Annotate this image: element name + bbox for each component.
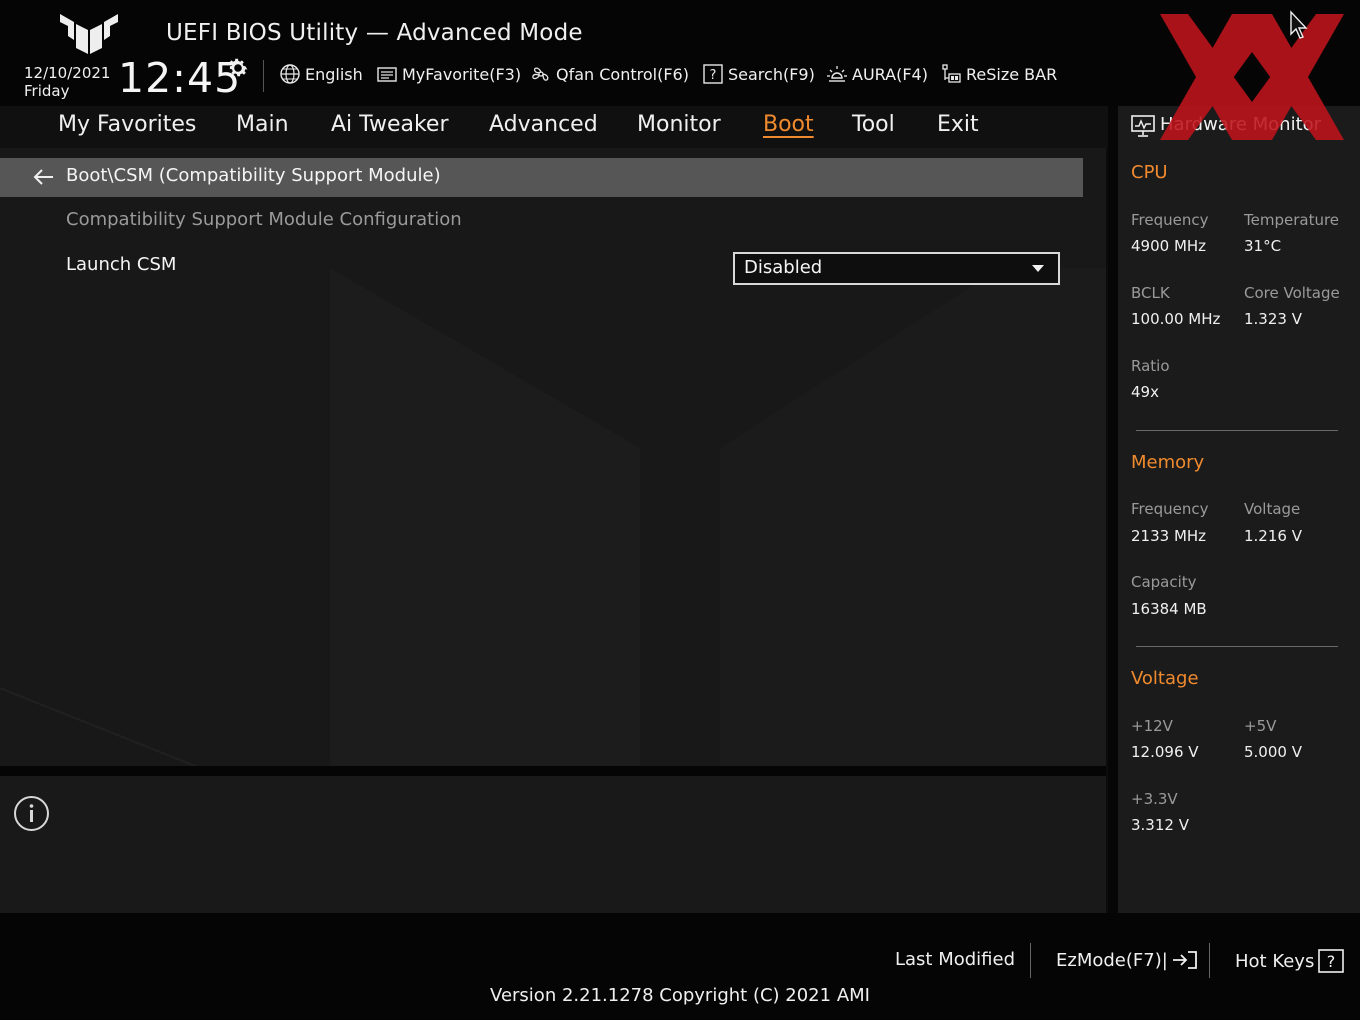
memory-frequency-value: 2133 MHz <box>1131 527 1207 545</box>
tab-advanced[interactable]: Advanced <box>489 112 598 137</box>
ratio-value: 49x <box>1131 383 1159 401</box>
date-display: 12/10/2021 <box>24 64 111 82</box>
svg-text:?: ? <box>710 68 717 83</box>
help-search-icon: ? <box>703 64 723 84</box>
last-modified-button[interactable]: Last Modified <box>895 949 1015 970</box>
language-button[interactable]: English <box>279 62 363 86</box>
qfan-control-button[interactable]: Qfan Control(F6) <box>530 62 689 86</box>
gear-icon[interactable] <box>226 56 250 80</box>
monitor-icon <box>1131 115 1155 137</box>
back-arrow-icon[interactable] <box>31 167 55 187</box>
language-label: English <box>305 64 363 84</box>
hw-section-voltage: Voltage <box>1131 668 1199 689</box>
launch-csm-label: Launch CSM <box>66 254 177 275</box>
core-voltage-value: 1.323 V <box>1244 310 1302 328</box>
settings-panel: Boot\CSM (Compatibility Support Module) … <box>0 148 1106 766</box>
v12-value: 12.096 V <box>1131 743 1199 761</box>
myfavorite-button[interactable]: MyFavorite(F3) <box>376 62 521 86</box>
bclk-label: BCLK <box>1131 284 1170 302</box>
cpu-frequency-label: Frequency <box>1131 211 1209 229</box>
tab-main[interactable]: Main <box>236 112 289 137</box>
hw-section-memory: Memory <box>1131 452 1205 473</box>
myfavorite-label: MyFavorite(F3) <box>402 64 522 84</box>
background-decoration <box>0 268 1106 766</box>
breadcrumb: Boot\CSM (Compatibility Support Module) <box>0 158 1083 197</box>
question-mark-icon: ? <box>1318 949 1345 973</box>
hardware-monitor-panel: Hardware Monitor CPU Frequency Temperatu… <box>1118 106 1360 913</box>
hw-divider <box>1136 646 1338 647</box>
footer-separator <box>1030 943 1031 978</box>
cpu-temperature-label: Temperature <box>1244 211 1340 229</box>
tab-boot[interactable]: Boot <box>763 112 814 137</box>
launch-csm-dropdown[interactable]: Disabled <box>733 252 1060 285</box>
breadcrumb-path: Boot\CSM (Compatibility Support Module) <box>66 165 441 186</box>
aura-light-icon <box>827 66 847 82</box>
info-icon <box>14 796 49 831</box>
footer-separator <box>1209 943 1210 978</box>
last-modified-label: Last Modified <box>895 949 1016 970</box>
qfan-label: Qfan Control(F6) <box>556 64 689 84</box>
search-label: Search(F9) <box>728 64 815 84</box>
tab-exit[interactable]: Exit <box>937 112 979 137</box>
favorite-list-icon <box>377 67 397 82</box>
mouse-cursor-icon <box>1290 10 1308 39</box>
help-info-panel <box>0 776 1106 913</box>
capacity-value: 16384 MB <box>1131 600 1207 618</box>
v5-label: +5V <box>1244 717 1277 735</box>
cpu-temperature-value: 31°C <box>1244 237 1282 255</box>
bclk-value: 100.00 MHz <box>1131 310 1221 328</box>
cpu-frequency-value: 4900 MHz <box>1131 237 1207 255</box>
v5-value: 5.000 V <box>1244 743 1302 761</box>
version-copyright: Version 2.21.1278 Copyright (C) 2021 AMI <box>490 985 870 1006</box>
tab-ai-tweaker[interactable]: Ai Tweaker <box>331 112 449 137</box>
v33-value: 3.312 V <box>1131 816 1189 834</box>
exit-to-ezmode-icon <box>1172 951 1197 969</box>
ezmode-label: EzMode(F7)| <box>1056 949 1168 971</box>
ratio-label: Ratio <box>1131 357 1170 375</box>
footer-bar: Last Modified EzMode(F7)| Hot Keys ? Ver… <box>0 913 1360 1020</box>
clock-display: 12:45 <box>118 54 242 102</box>
hot-keys-button[interactable]: Hot Keys ? <box>1235 949 1345 973</box>
tab-monitor[interactable]: Monitor <box>637 112 721 137</box>
watermark-logo <box>1160 14 1344 140</box>
memory-frequency-label: Frequency <box>1131 500 1209 518</box>
memory-voltage-label: Voltage <box>1244 500 1301 518</box>
search-button[interactable]: ? Search(F9) <box>702 62 815 86</box>
hot-keys-label: Hot Keys <box>1235 950 1315 972</box>
ezmode-button[interactable]: EzMode(F7)| <box>1056 949 1200 971</box>
v33-label: +3.3V <box>1131 790 1178 808</box>
capacity-label: Capacity <box>1131 573 1197 591</box>
section-title: Compatibility Support Module Configurati… <box>66 209 462 230</box>
globe-icon <box>280 64 300 84</box>
aura-label: AURA(F4) <box>852 64 928 84</box>
resize-bar-label: ReSize BAR <box>966 64 1058 84</box>
main-menu-bar: My Favorites Main Ai Tweaker Advanced Mo… <box>0 106 1108 148</box>
memory-voltage-value: 1.216 V <box>1244 527 1302 545</box>
hw-monitor-gap <box>1108 106 1118 913</box>
v12-label: +12V <box>1131 717 1173 735</box>
day-display: Friday <box>24 82 70 100</box>
svg-text:?: ? <box>1327 952 1336 971</box>
header-bar: UEFI BIOS Utility — Advanced Mode 12/10/… <box>0 0 1360 106</box>
tab-tool[interactable]: Tool <box>852 112 895 137</box>
caret-down-icon <box>1032 265 1044 272</box>
fan-icon <box>532 67 549 81</box>
hw-section-cpu: CPU <box>1131 162 1168 183</box>
hw-divider <box>1136 430 1338 431</box>
tuf-logo-icon <box>60 14 118 54</box>
app-title: UEFI BIOS Utility — Advanced Mode <box>166 20 583 46</box>
tab-my-favorites[interactable]: My Favorites <box>58 112 196 137</box>
header-separator <box>263 60 264 92</box>
core-voltage-label: Core Voltage <box>1244 284 1340 302</box>
resize-bar-icon <box>942 64 961 83</box>
resize-bar-button[interactable]: ReSize BAR <box>940 62 1057 86</box>
panel-divider <box>0 766 1106 776</box>
launch-csm-value: Disabled <box>744 257 823 278</box>
aura-button[interactable]: AURA(F4) <box>826 62 928 86</box>
